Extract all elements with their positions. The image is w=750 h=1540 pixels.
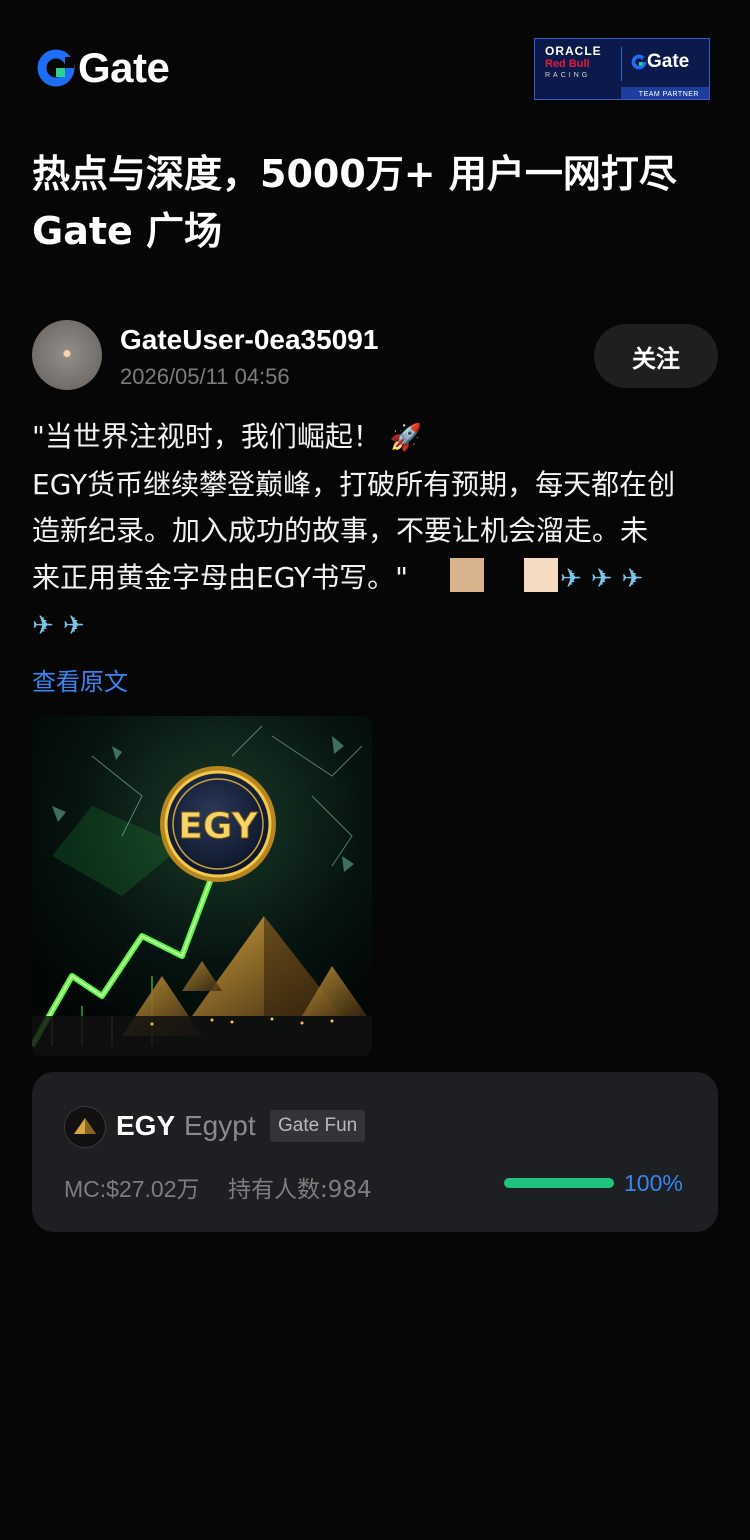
app-header: Gate ORACLE Red Bull RACING Gate TEAM PA… xyxy=(0,0,750,130)
headline-line-2: Gate 广场 xyxy=(32,209,223,253)
post-timestamp: 2026/05/11 04:56 xyxy=(120,364,290,389)
token-logo-icon xyxy=(64,1106,106,1148)
post-line-3: 造新纪录。加入成功的故事，不要让机会溜走。未 xyxy=(32,514,649,547)
post-body: "当世界注视时，我们崛起！ 🚀 EGY货币继续攀登巅峰，打破所有预期，每天都在创… xyxy=(32,414,722,650)
partner-racing-text: RACING xyxy=(545,72,591,79)
bonding-progress-label: 100% xyxy=(624,1170,683,1196)
post-line-2: EGY货币继续攀登巅峰，打破所有预期，每天都在创 xyxy=(32,467,676,501)
post-author: GateUser-0ea35091 2026/05/11 04:56 关注 xyxy=(32,320,718,392)
partner-redbull-text: Red Bull xyxy=(545,58,590,70)
token-badge: Gate Fun xyxy=(270,1110,366,1142)
post-image[interactable]: EGY xyxy=(32,716,372,1056)
post-text-1: "当世界注视时，我们崛起！ xyxy=(32,420,390,453)
token-symbol: EGY xyxy=(116,1110,176,1141)
bonding-progress-bar xyxy=(504,1178,614,1188)
author-name[interactable]: GateUser-0ea35091 xyxy=(120,324,378,356)
skin-tone-swatch-icon xyxy=(449,557,484,592)
token-market-cap: MC:$27.02万 xyxy=(64,1176,200,1202)
coin-label: EGY xyxy=(178,806,258,847)
gate-logo-icon xyxy=(36,48,76,88)
airplane-icon: ✈ xyxy=(590,563,613,594)
partner-divider xyxy=(621,47,622,81)
bonding-progress-fill xyxy=(504,1178,614,1188)
airplane-icon: ✈ xyxy=(621,563,644,594)
rocket-icon: 🚀 xyxy=(389,423,423,453)
token-name: Egypt xyxy=(184,1110,256,1141)
view-original-link[interactable]: 查看原文 xyxy=(32,662,128,697)
airplane-icon: ✈ xyxy=(62,611,85,641)
airplane-icon: ✈ xyxy=(32,611,54,641)
avatar[interactable] xyxy=(32,320,102,390)
airplane-icon: ✈ xyxy=(559,563,582,594)
post-line-5: ✈ ✈ xyxy=(32,602,722,650)
post-text-4: 来正用黄金字母由EGY书写。" xyxy=(32,560,408,594)
gate-logo[interactable]: Gate xyxy=(36,44,170,91)
gate-logo-text: Gate xyxy=(78,44,170,91)
partner-gate-text: Gate xyxy=(647,51,690,72)
partner-gate-logo: Gate xyxy=(631,51,689,73)
egy-coin-illustration: EGY xyxy=(32,716,372,1056)
post-line-4: 来正用黄金字母由EGY书写。" ✈ ✈ ✈ xyxy=(32,555,722,603)
partner-badge[interactable]: ORACLE Red Bull RACING Gate TEAM PARTNER xyxy=(534,38,710,100)
follow-button[interactable]: 关注 xyxy=(594,324,718,388)
team-partner-text: TEAM PARTNER xyxy=(638,91,699,98)
page-headline: 热点与深度，5000万+ 用户一网打尽 Gate 广场 xyxy=(32,146,722,260)
partner-oracle-text: ORACLE xyxy=(545,44,602,58)
gate-logo-small-icon xyxy=(631,54,647,70)
skin-tone-swatch-light-icon xyxy=(523,557,558,592)
token-holders: 持有人数:984 xyxy=(228,1177,372,1203)
token-card[interactable]: EGY Egypt Gate Fun MC:$27.02万 持有人数:984 1… xyxy=(32,1072,718,1232)
post-line-1: "当世界注视时，我们崛起！ 🚀 xyxy=(32,414,722,462)
headline-line-1: 热点与深度，5000万+ 用户一网打尽 xyxy=(32,152,677,196)
